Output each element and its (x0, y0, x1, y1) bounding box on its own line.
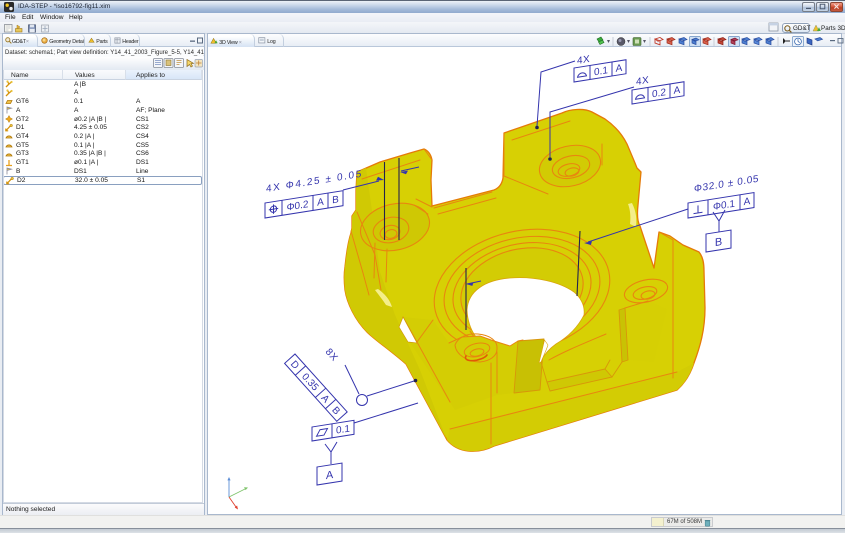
svg-text:B: B (332, 194, 339, 206)
svg-text:8X: 8X (323, 347, 340, 364)
svg-text:A: A (674, 85, 681, 97)
svg-text:A: A (317, 197, 324, 209)
svg-text:4X: 4X (636, 75, 649, 88)
svg-text:A: A (616, 63, 623, 75)
svg-text:B: B (715, 236, 722, 249)
svg-text:A: A (744, 196, 751, 208)
svg-text:0.1: 0.1 (336, 423, 350, 436)
svg-text:0.1: 0.1 (594, 65, 608, 78)
svg-text:0.2: 0.2 (652, 87, 666, 100)
svg-text:4X: 4X (577, 54, 590, 67)
svg-text:4X Φ4.25 ± 0.05: 4X Φ4.25 ± 0.05 (266, 169, 363, 195)
svg-text:Φ32.0 ± 0.05: Φ32.0 ± 0.05 (694, 174, 759, 195)
svg-text:A: A (326, 469, 334, 482)
